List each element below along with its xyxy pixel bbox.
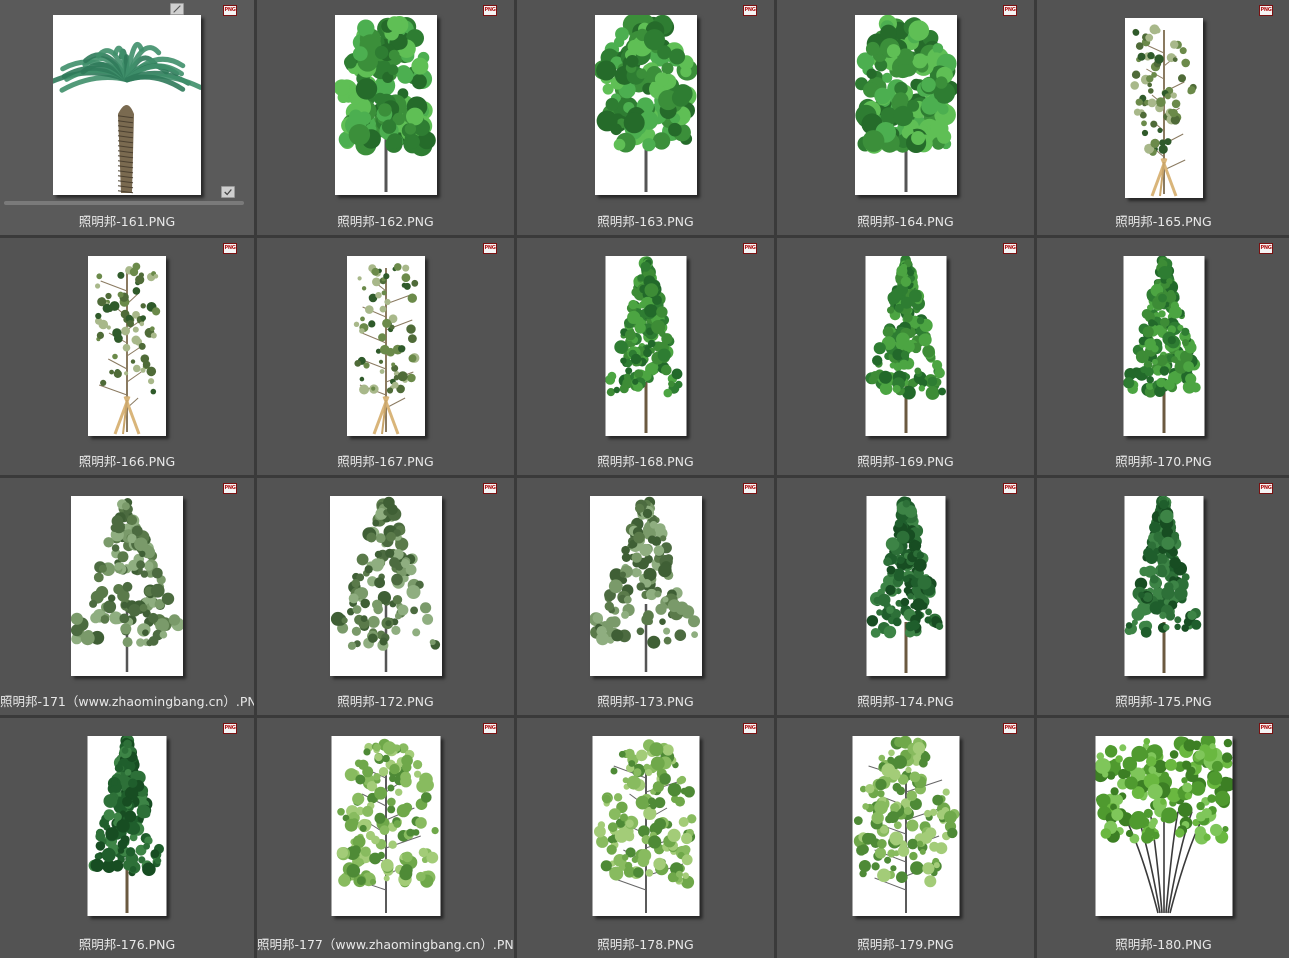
file-thumbnail[interactable]: PNG 照明邦-175.PNG [1037,478,1289,715]
png-file-type-icon: PNG [743,483,757,494]
thumbnail-image [592,736,699,916]
png-file-type-icon: PNG [1003,5,1017,16]
resize-handle-icon[interactable] [170,3,184,15]
file-thumbnail[interactable]: PNG 照明邦-165.PNG [1037,0,1289,235]
thumbnail-image [866,496,945,676]
png-file-type-icon: PNG [1259,5,1273,16]
file-thumbnail[interactable]: PNG 照明邦-163.PNG [517,0,774,235]
thumbnail-image [346,256,425,436]
file-name-label: 照明邦-167.PNG [337,454,434,469]
png-file-type-icon: PNG [743,723,757,734]
file-name-label: 照明邦-172.PNG [337,694,434,709]
checkbox-checked-icon[interactable] [221,186,235,198]
png-file-type-icon: PNG [223,723,237,734]
file-name-label: 照明邦-168.PNG [597,454,694,469]
file-thumbnail[interactable]: PNG 照明邦-178.PNG [517,718,774,958]
file-name-label: 照明邦-169.PNG [857,454,954,469]
file-name-label: 照明邦-179.PNG [857,937,954,952]
thumbnail-image [1124,18,1203,198]
thumbnail-image [331,736,440,916]
png-file-type-icon: PNG [743,5,757,16]
file-name-label: 照明邦-164.PNG [857,214,954,229]
file-name-label: 照明邦-178.PNG [597,937,694,952]
png-file-type-icon: PNG [483,723,497,734]
file-thumbnail[interactable]: PNG 照明邦-177（www.zhaomingbang.cn）.PNG [257,718,514,958]
file-thumbnail[interactable]: PNG 照明邦-164.PNG [777,0,1034,235]
file-thumbnail[interactable]: PNG 照明邦-172.PNG [257,478,514,715]
png-file-type-icon: PNG [1003,723,1017,734]
file-name-label: 照明邦-180.PNG [1115,937,1212,952]
file-thumbnail[interactable]: PNG 照明邦-179.PNG [777,718,1034,958]
file-thumbnail[interactable]: PNG 照明邦-167.PNG [257,238,514,475]
file-name-label: 照明邦-170.PNG [1115,454,1212,469]
thumbnail-image [334,15,437,195]
file-thumbnail[interactable]: PNG 照明邦-173.PNG [517,478,774,715]
png-file-type-icon: PNG [223,243,237,254]
png-file-type-icon: PNG [483,483,497,494]
thumbnail-image [71,496,183,676]
png-file-type-icon: PNG [483,243,497,254]
thumbnail-image [852,736,959,916]
file-name-label: 照明邦-175.PNG [1115,694,1212,709]
thumbnail-image [1123,256,1204,436]
thumbnail-image [1124,496,1203,676]
file-name-label: 照明邦-173.PNG [597,694,694,709]
file-thumbnail[interactable]: PNG 照明邦-162.PNG [257,0,514,235]
thumbnail-image [329,496,442,676]
thumbnail-image [87,736,167,916]
file-thumbnail[interactable]: PNG 照明邦-170.PNG [1037,238,1289,475]
thumbnail-image [605,256,686,436]
png-file-type-icon: PNG [1003,483,1017,494]
thumbnail-image [589,496,702,676]
png-file-type-icon: PNG [223,5,237,16]
file-name-label: 照明邦-161.PNG [78,214,176,229]
file-name-label: 照明邦-162.PNG [337,214,434,229]
file-thumbnail[interactable]: PNG 照明邦-166.PNG [0,238,254,475]
file-thumbnail-grid: PNG 照明邦-161.PNG PNG 照明邦-162.PNG PNG 照明邦-163.P… [0,0,1289,958]
file-thumbnail[interactable]: PNG 照明邦-176.PNG [0,718,254,958]
file-thumbnail[interactable]: PNG 照明邦-169.PNG [777,238,1034,475]
selection-scrollbar [4,201,244,205]
file-name-label: 照明邦-166.PNG [78,454,176,469]
thumbnail-image [865,256,946,436]
file-thumbnail[interactable]: PNG 照明邦-168.PNG [517,238,774,475]
png-file-type-icon: PNG [1259,723,1273,734]
thumbnail-image [88,256,166,436]
file-name-label: 照明邦-171（www.zhaomingbang.cn）.PNG [0,694,254,709]
thumbnail-image [594,15,697,195]
file-thumbnail[interactable]: PNG 照明邦-180.PNG [1037,718,1289,958]
png-file-type-icon: PNG [743,243,757,254]
file-thumbnail[interactable]: PNG 照明邦-161.PNG [0,0,254,235]
file-name-label: 照明邦-165.PNG [1115,214,1212,229]
file-thumbnail[interactable]: PNG 照明邦-171（www.zhaomingbang.cn）.PNG [0,478,254,715]
png-file-type-icon: PNG [223,483,237,494]
png-file-type-icon: PNG [1259,243,1273,254]
png-file-type-icon: PNG [1259,483,1273,494]
file-thumbnail[interactable]: PNG 照明邦-174.PNG [777,478,1034,715]
png-file-type-icon: PNG [483,5,497,16]
png-file-type-icon: PNG [1003,243,1017,254]
file-name-label: 照明邦-176.PNG [78,937,176,952]
thumbnail-image [1095,736,1232,916]
file-name-label: 照明邦-163.PNG [597,214,694,229]
file-name-label: 照明邦-177（www.zhaomingbang.cn）.PNG [257,937,514,952]
thumbnail-image [854,15,957,195]
file-name-label: 照明邦-174.PNG [857,694,954,709]
thumbnail-image [53,15,201,195]
